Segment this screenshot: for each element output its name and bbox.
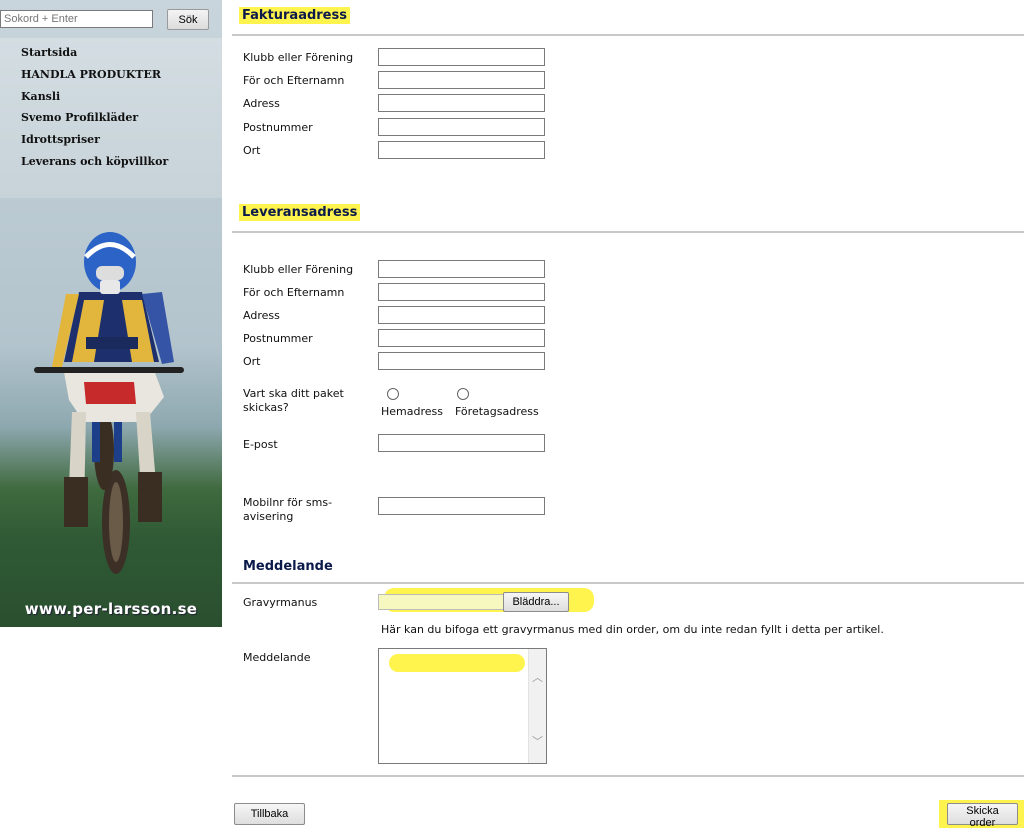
- back-button[interactable]: Tillbaka: [234, 803, 305, 825]
- textarea-scrollbar[interactable]: ︿ ﹀: [528, 649, 546, 763]
- search-button[interactable]: Sök: [167, 9, 209, 30]
- delivery-city-input[interactable]: [378, 352, 545, 370]
- delivery-address-label: Adress: [243, 309, 280, 322]
- delivery-name-input[interactable]: [378, 283, 545, 301]
- nav-item-idrottspriser[interactable]: Idrottspriser: [21, 133, 100, 146]
- billing-address-input[interactable]: [378, 94, 545, 112]
- engraving-hint: Här kan du bifoga ett gravyrmanus med di…: [381, 623, 884, 636]
- delivery-club-input[interactable]: [378, 260, 545, 278]
- radio-company[interactable]: [457, 388, 469, 400]
- billing-divider: [232, 34, 1024, 36]
- ship-question-label: Vart ska ditt paket skickas?: [243, 387, 344, 414]
- billing-club-input[interactable]: [378, 48, 545, 66]
- footer-divider: [232, 775, 1024, 777]
- motocross-rider-image: [34, 232, 184, 574]
- message-title: Meddelande: [243, 559, 333, 574]
- billing-address-label: Adress: [243, 97, 280, 110]
- delivery-title: Leveransadress: [239, 204, 361, 221]
- message-label: Meddelande: [243, 651, 311, 664]
- delivery-divider: [232, 231, 1024, 233]
- scroll-up-icon[interactable]: ︿: [532, 669, 543, 685]
- nav-item-leverans-kopvillkor[interactable]: Leverans och köpvillkor: [21, 155, 168, 168]
- billing-city-label: Ort: [243, 144, 261, 157]
- message-divider: [232, 582, 1024, 584]
- mobile-input[interactable]: [378, 497, 545, 515]
- billing-club-label: Klubb eller Förening: [243, 51, 354, 64]
- delivery-address-input[interactable]: [378, 306, 545, 324]
- browse-button[interactable]: Bläddra...: [503, 592, 569, 612]
- sidebar: Sök Startsida HANDLA PRODUKTER Kansli Sv…: [0, 0, 222, 627]
- mobile-label: Mobilnr för sms-avisering: [243, 496, 333, 523]
- billing-postcode-input[interactable]: [378, 118, 545, 136]
- message-textarea[interactable]: ︿ ﹀: [378, 648, 547, 764]
- email-input[interactable]: [378, 434, 545, 452]
- nav-item-kansli[interactable]: Kansli: [21, 90, 60, 103]
- textarea-highlight: [389, 654, 525, 672]
- radio-company-label: Företagsadress: [455, 405, 539, 418]
- billing-name-input[interactable]: [378, 71, 545, 89]
- delivery-name-label: För och Efternamn: [243, 286, 345, 299]
- email-label: E-post: [243, 438, 278, 451]
- nav-item-svemo-profilklader[interactable]: Svemo Profilkläder: [21, 111, 138, 124]
- delivery-postcode-input[interactable]: [378, 329, 545, 347]
- delivery-postcode-label: Postnummer: [243, 332, 313, 345]
- billing-name-label: För och Efternamn: [243, 74, 345, 87]
- search-input[interactable]: [0, 10, 153, 28]
- billing-city-input[interactable]: [378, 141, 545, 159]
- billing-title-text: Fakturaadress: [239, 7, 350, 24]
- watermark-text: www.per-larsson.se: [24, 600, 198, 618]
- nav-item-startsida[interactable]: Startsida: [21, 46, 77, 59]
- delivery-city-label: Ort: [243, 355, 261, 368]
- engraving-label: Gravyrmanus: [243, 596, 318, 609]
- engraving-file-input[interactable]: [378, 594, 504, 610]
- billing-postcode-label: Postnummer: [243, 121, 313, 134]
- submit-order-button[interactable]: Skicka order: [947, 803, 1018, 829]
- radio-home-label: Hemadress: [381, 405, 443, 418]
- delivery-club-label: Klubb eller Förening: [243, 263, 354, 276]
- radio-home[interactable]: [387, 388, 399, 400]
- nav-item-handla-produkter[interactable]: HANDLA PRODUKTER: [21, 68, 161, 81]
- billing-title: Fakturaadress: [239, 7, 350, 24]
- scroll-down-icon[interactable]: ﹀: [532, 733, 543, 749]
- delivery-title-text: Leveransadress: [239, 204, 361, 221]
